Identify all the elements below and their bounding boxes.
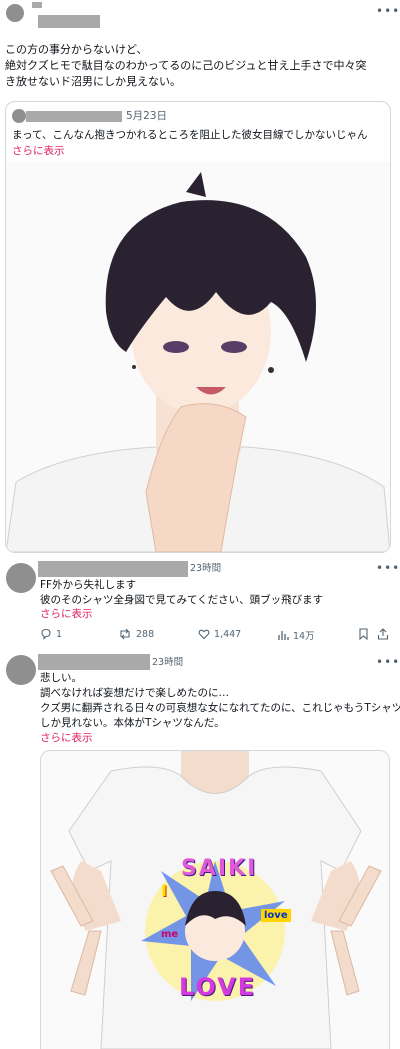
reply2-author-redacted[interactable] <box>38 654 150 670</box>
reply1-views-count: 14万 <box>293 631 315 642</box>
reply1-repost-button[interactable]: 288 <box>118 628 154 640</box>
main-post-text-line3: き放せないド沼男にしか見えない。 <box>5 75 181 88</box>
quoted-post-text: まって、こんなん抱きつかれるところを阻止した彼女目線でしかないじゃん <box>12 129 368 141</box>
reply1-like-button[interactable]: 1,447 <box>198 628 241 640</box>
reply2-text-line2: 調べなければ妄想だけで楽しめたのに… <box>40 687 229 699</box>
reply1-like-count: 1,447 <box>214 628 242 640</box>
reply2-time[interactable]: 23時間 <box>152 655 183 671</box>
main-post-handle-redacted[interactable] <box>38 15 100 28</box>
reply1-more-icon[interactable]: ••• <box>376 561 400 575</box>
main-post-avatar[interactable] <box>6 4 24 22</box>
tshirt-illustration <box>50 751 382 1049</box>
main-post-text-line2: 絶対クズヒモで駄目なのわかってるのに己のビジュと甘え上手さで中々突 <box>5 59 367 72</box>
reply1-reply-button[interactable]: 1 <box>40 628 62 640</box>
repost-icon <box>118 628 132 640</box>
reply2-image[interactable]: SAIKI LOVE I me love <box>40 750 390 1049</box>
like-icon <box>198 628 210 640</box>
main-post-more-icon[interactable]: ••• <box>376 4 400 18</box>
reply2-show-more[interactable]: さらに表示 <box>40 730 93 746</box>
reply1-text-line1: FF外から失礼します <box>40 579 137 591</box>
reply1-avatar[interactable] <box>6 563 36 593</box>
quoted-post-image[interactable] <box>6 162 390 552</box>
reply2-text-line4: しか見れない。本体がTシャツなんだ。 <box>40 717 225 729</box>
reply2-text-line1: 悲しい。 <box>40 672 82 684</box>
main-post-author-redacted[interactable] <box>32 2 42 8</box>
reply1-views-button[interactable]: 14万 <box>277 628 315 642</box>
reply1-time[interactable]: 23時間 <box>190 561 221 577</box>
shirt-print-left-badge: I <box>161 881 167 900</box>
quoted-post-avatar <box>12 109 26 123</box>
shirt-print-top-text: SAIKI <box>181 856 258 881</box>
shirt-print-right-badge: love <box>261 909 291 922</box>
reply2-text-line3: クズ男に翻弄される日々の可哀想な女になれてたのに、これじゃもうTシャツ <box>40 702 400 714</box>
quoted-post-date: 5月23日 <box>126 110 168 122</box>
main-post-text-line1: この方の事分からないけど、 <box>5 43 148 56</box>
reply1-repost-count: 288 <box>136 628 155 640</box>
quoted-post-card[interactable]: 5月23日 まって、こんなん抱きつかれるところを阻止した彼女目線でしかないじゃん… <box>5 101 391 553</box>
views-icon <box>277 629 289 641</box>
share-icon[interactable] <box>377 628 389 640</box>
shirt-print-bottom-text: LOVE <box>179 973 257 1001</box>
reply2-more-icon[interactable]: ••• <box>376 655 400 669</box>
reply2-avatar[interactable] <box>6 655 36 685</box>
reply-icon <box>40 628 52 640</box>
reply1-reply-count: 1 <box>56 628 63 640</box>
quoted-post-show-more[interactable]: さらに表示 <box>12 143 65 159</box>
reply1-show-more[interactable]: さらに表示 <box>40 606 93 622</box>
quoted-post-author-redacted <box>26 111 122 122</box>
bookmark-icon[interactable] <box>358 628 369 640</box>
shirt-print-left-small: me <box>161 929 179 940</box>
anime-boy-illustration <box>6 172 390 552</box>
reply1-author-redacted[interactable] <box>38 561 188 577</box>
